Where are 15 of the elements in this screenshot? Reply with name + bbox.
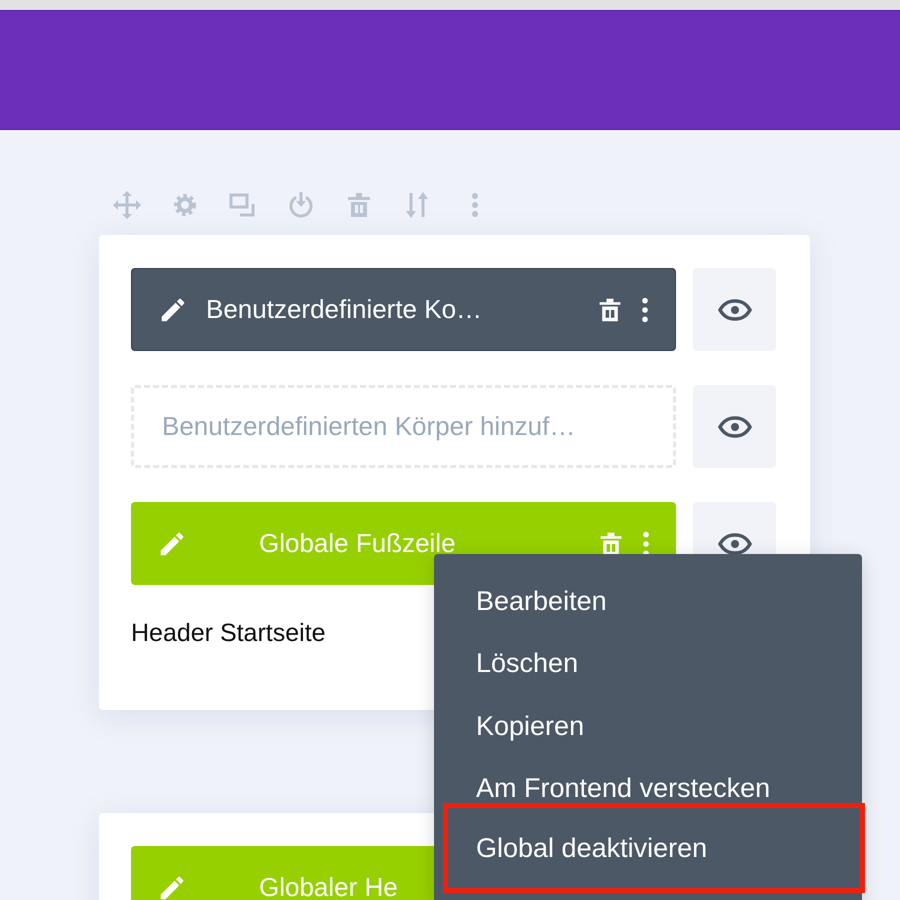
slot-label: Benutzerdefinierte Ko… — [206, 294, 484, 325]
trash-icon[interactable] — [597, 296, 623, 324]
eye-icon — [718, 298, 752, 320]
template-slot[interactable]: Benutzerdefinierte Ko… — [131, 268, 676, 351]
section-title: Header Startseite — [131, 619, 327, 648]
more-icon[interactable] — [641, 296, 649, 324]
visibility-button[interactable] — [693, 385, 776, 468]
slot-label: Globaler He — [258, 872, 399, 900]
slot-label: Globale Fußzeile — [258, 528, 457, 559]
menu-item[interactable]: Global deaktivieren — [443, 803, 865, 893]
menu-item[interactable]: Löschen — [434, 632, 862, 695]
eye-icon — [718, 416, 752, 438]
visibility-button[interactable] — [693, 268, 776, 351]
move-icon[interactable] — [112, 190, 142, 220]
menu-item[interactable]: Kopieren — [434, 695, 862, 758]
